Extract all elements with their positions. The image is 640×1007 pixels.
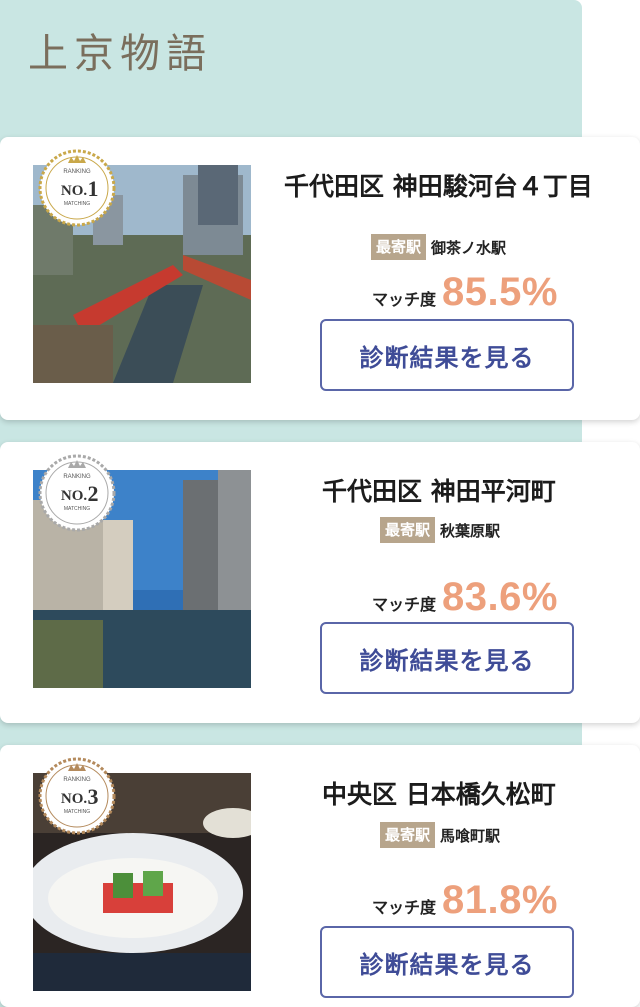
ranking-card-3[interactable]: RANKING NO. 3 MATCHING 中央区 日本橋久松町 最寄駅 馬喰… xyxy=(0,745,640,1007)
match-value: 83.6% xyxy=(442,575,558,619)
match-score: マッチ度 81.8% xyxy=(372,878,558,923)
rank-no: NO. xyxy=(61,791,88,807)
app-logo: 上京物語 xyxy=(28,31,212,77)
area-title: 千代田区 神田平河町 xyxy=(322,477,556,506)
ranking-card-1[interactable]: RANKING NO. 1 MATCHING 千代田区 神田駿河台４丁目 最寄駅… xyxy=(0,137,640,420)
rank-sub: MATCHING xyxy=(64,201,90,207)
match-score: マッチ度 83.6% xyxy=(372,575,558,620)
match-value: 81.8% xyxy=(442,878,558,922)
station-tag: 最寄駅 xyxy=(380,517,436,543)
station-name: 御茶ノ水駅 xyxy=(431,238,507,257)
rank-badge: RANKING NO. 3 MATCHING xyxy=(38,757,116,835)
rank-badge: RANKING NO. 1 MATCHING xyxy=(38,149,116,227)
match-label: マッチ度 xyxy=(372,595,437,614)
rank-word: RANKING xyxy=(63,169,91,175)
nearest-station: 最寄駅 馬喰町駅 xyxy=(380,822,500,848)
ranking-card-2[interactable]: RANKING NO. 2 MATCHING 千代田区 神田平河町 最寄駅 秋葉… xyxy=(0,442,640,723)
rank-badge: RANKING NO. 2 MATCHING xyxy=(38,454,116,532)
station-tag: 最寄駅 xyxy=(380,822,436,848)
station-name: 馬喰町駅 xyxy=(440,826,501,845)
match-label: マッチ度 xyxy=(372,290,437,309)
station-name: 秋葉原駅 xyxy=(440,521,501,540)
rank-word: RANKING xyxy=(63,474,91,480)
view-result-button[interactable]: 診断結果を見る xyxy=(320,926,574,998)
rank-word: RANKING xyxy=(63,777,91,783)
view-result-button[interactable]: 診断結果を見る xyxy=(320,622,574,694)
rank-no: NO. xyxy=(61,183,88,199)
station-tag: 最寄駅 xyxy=(371,234,427,260)
rank-number: 2 xyxy=(88,481,99,506)
rank-no: NO. xyxy=(61,488,88,504)
nearest-station: 最寄駅 御茶ノ水駅 xyxy=(371,234,506,260)
rank-number: 3 xyxy=(88,784,99,809)
match-score: マッチ度 85.5% xyxy=(372,270,558,315)
rank-number: 1 xyxy=(88,176,99,201)
match-value: 85.5% xyxy=(442,270,558,314)
match-label: マッチ度 xyxy=(372,898,437,917)
area-title: 千代田区 神田駿河台４丁目 xyxy=(284,172,593,201)
rank-sub: MATCHING xyxy=(64,809,90,815)
area-title: 中央区 日本橋久松町 xyxy=(322,780,556,809)
view-result-button[interactable]: 診断結果を見る xyxy=(320,319,574,391)
nearest-station: 最寄駅 秋葉原駅 xyxy=(380,517,500,543)
rank-sub: MATCHING xyxy=(64,506,90,512)
